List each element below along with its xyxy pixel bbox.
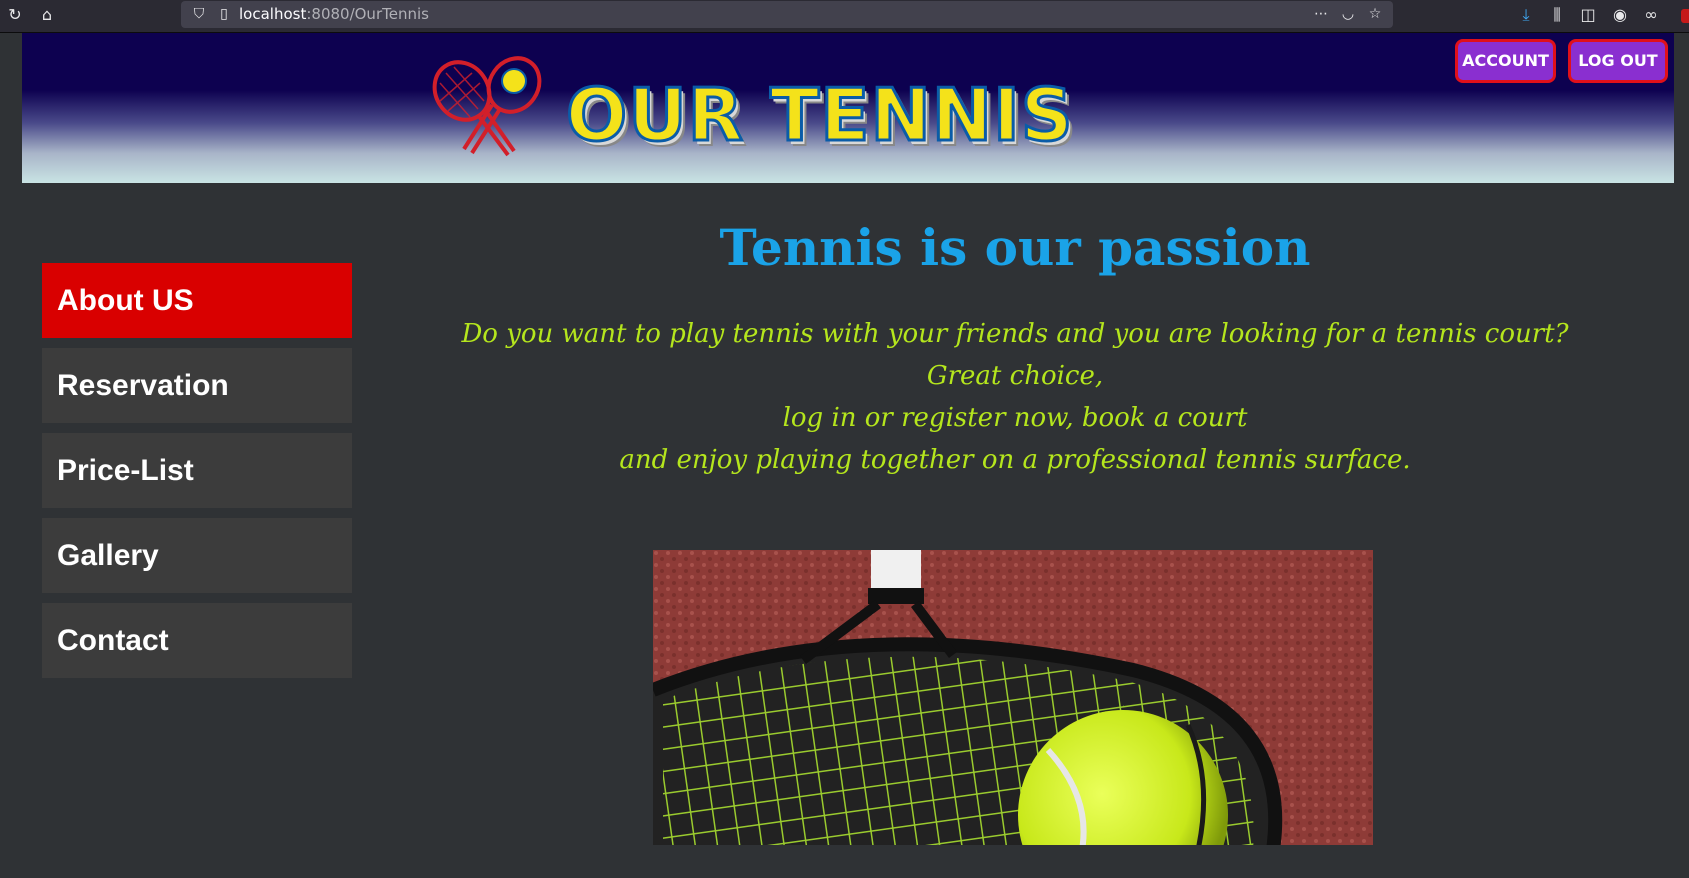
download-icon[interactable]: ⤓ (1515, 4, 1537, 26)
intro-line: Do you want to play tennis with your fri… (461, 319, 1569, 349)
main-content: Tennis is our passion Do you want to pla… (380, 213, 1650, 481)
racket-and-ball-image (653, 550, 1373, 845)
bookmark-star-icon[interactable]: ☆ (1365, 4, 1385, 24)
shield-icon[interactable]: ⛉ (189, 4, 209, 24)
addon-badge-icon[interactable] (1681, 9, 1689, 23)
tennis-rackets-icon (432, 56, 542, 157)
intro-text: Do you want to play tennis with your fri… (380, 313, 1650, 481)
sidebar-item-about-us[interactable]: About US (42, 263, 352, 338)
header-banner: OUR TENNIS ACCOUNT LOG OUT (22, 33, 1674, 183)
more-icon[interactable]: ⋯ (1311, 4, 1331, 24)
logo-text: OUR TENNIS (565, 72, 1075, 159)
url-path: :8080/OurTennis (306, 5, 429, 23)
home-icon[interactable]: ⌂ (36, 4, 58, 26)
intro-line: log in or register now, book a court (782, 403, 1248, 433)
intro-line: Great choice, (926, 361, 1104, 391)
page-title: Tennis is our passion (719, 218, 1311, 277)
sidebar-item-price-list[interactable]: Price-List (42, 433, 352, 508)
sidebar-item-reservation[interactable]: Reservation (42, 348, 352, 423)
sidebar-nav: About US Reservation Price-List Gallery … (42, 263, 352, 688)
sidebar-item-contact[interactable]: Contact (42, 603, 352, 678)
page: OUR TENNIS ACCOUNT LOG OUT About US Rese… (0, 33, 1689, 878)
page-icon: ▯ (220, 6, 228, 22)
url-text[interactable]: localhost:8080/OurTennis (239, 5, 429, 23)
tennis-photo (653, 550, 1373, 845)
extension-icon[interactable]: ∞ (1640, 4, 1662, 26)
logout-button[interactable]: LOG OUT (1568, 39, 1668, 83)
reload-icon[interactable]: ↻ (4, 4, 26, 26)
account-button[interactable]: ACCOUNT (1455, 39, 1556, 83)
pocket-icon[interactable]: ◡ (1338, 4, 1358, 24)
site-logo[interactable]: OUR TENNIS (426, 51, 1074, 163)
library-icon[interactable]: ⫼ (1546, 4, 1568, 26)
sidebar-icon[interactable]: ◫ (1577, 4, 1599, 26)
url-host: localhost (239, 5, 307, 23)
sidebar-item-gallery[interactable]: Gallery (42, 518, 352, 593)
intro-line: and enjoy playing together on a professi… (619, 445, 1411, 475)
browser-toolbar: ↻ ⌂ ⛉ ▯ localhost:8080/OurTennis ⋯ ◡ ☆ ⤓… (0, 0, 1689, 33)
url-bar[interactable]: ⛉ ▯ localhost:8080/OurTennis ⋯ ◡ ☆ (181, 1, 1393, 28)
account-icon[interactable]: ◉ (1609, 4, 1631, 26)
